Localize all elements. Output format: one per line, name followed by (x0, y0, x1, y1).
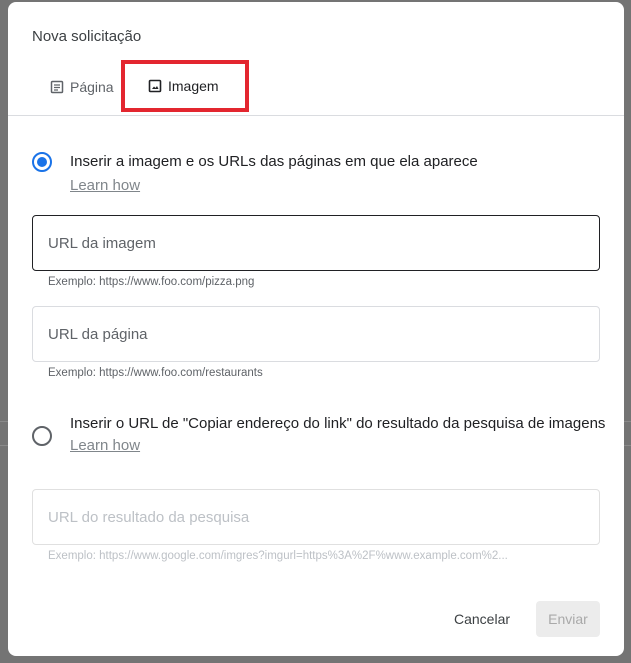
dialog-title: Nova solicitação (32, 28, 142, 45)
option-search-result-url: Inserir o URL de "Copiar endereço do lin… (32, 412, 610, 456)
image-url-field[interactable] (32, 215, 600, 271)
document-icon (50, 80, 64, 94)
image-url-input[interactable] (48, 234, 599, 252)
image-icon (148, 79, 162, 93)
new-request-dialog: Nova solicitação Página Imagem Inserir a… (8, 2, 624, 656)
tab-image[interactable]: Imagem (121, 60, 249, 112)
radio-search-result-url[interactable] (32, 426, 52, 446)
search-result-url-input[interactable] (48, 508, 599, 526)
cancel-button[interactable]: Cancelar (444, 601, 520, 637)
radio-image-and-pages[interactable] (32, 152, 52, 172)
tab-bar: Página Imagem (8, 60, 624, 116)
option-label: Inserir o URL de "Copiar endereço do lin… (70, 415, 606, 432)
page-url-input[interactable] (48, 325, 599, 343)
page-url-hint: Exemplo: https://www.foo.com/restaurants (48, 367, 263, 379)
option-label: Inserir a imagem e os URLs das páginas e… (70, 153, 478, 170)
tab-image-label: Imagem (168, 78, 219, 94)
tab-page[interactable]: Página (50, 62, 114, 112)
learn-how-link[interactable]: Learn how (70, 436, 610, 456)
tab-page-label: Página (70, 79, 114, 95)
learn-how-link[interactable]: Learn how (70, 176, 478, 196)
option-image-and-pages: Inserir a imagem e os URLs das páginas e… (32, 150, 478, 196)
send-button[interactable]: Enviar (536, 601, 600, 637)
search-result-url-hint: Exemplo: https://www.google.com/imgres?i… (48, 550, 508, 562)
page-url-field[interactable] (32, 306, 600, 362)
search-result-url-field[interactable] (32, 489, 600, 545)
image-url-hint: Exemplo: https://www.foo.com/pizza.png (48, 276, 255, 288)
